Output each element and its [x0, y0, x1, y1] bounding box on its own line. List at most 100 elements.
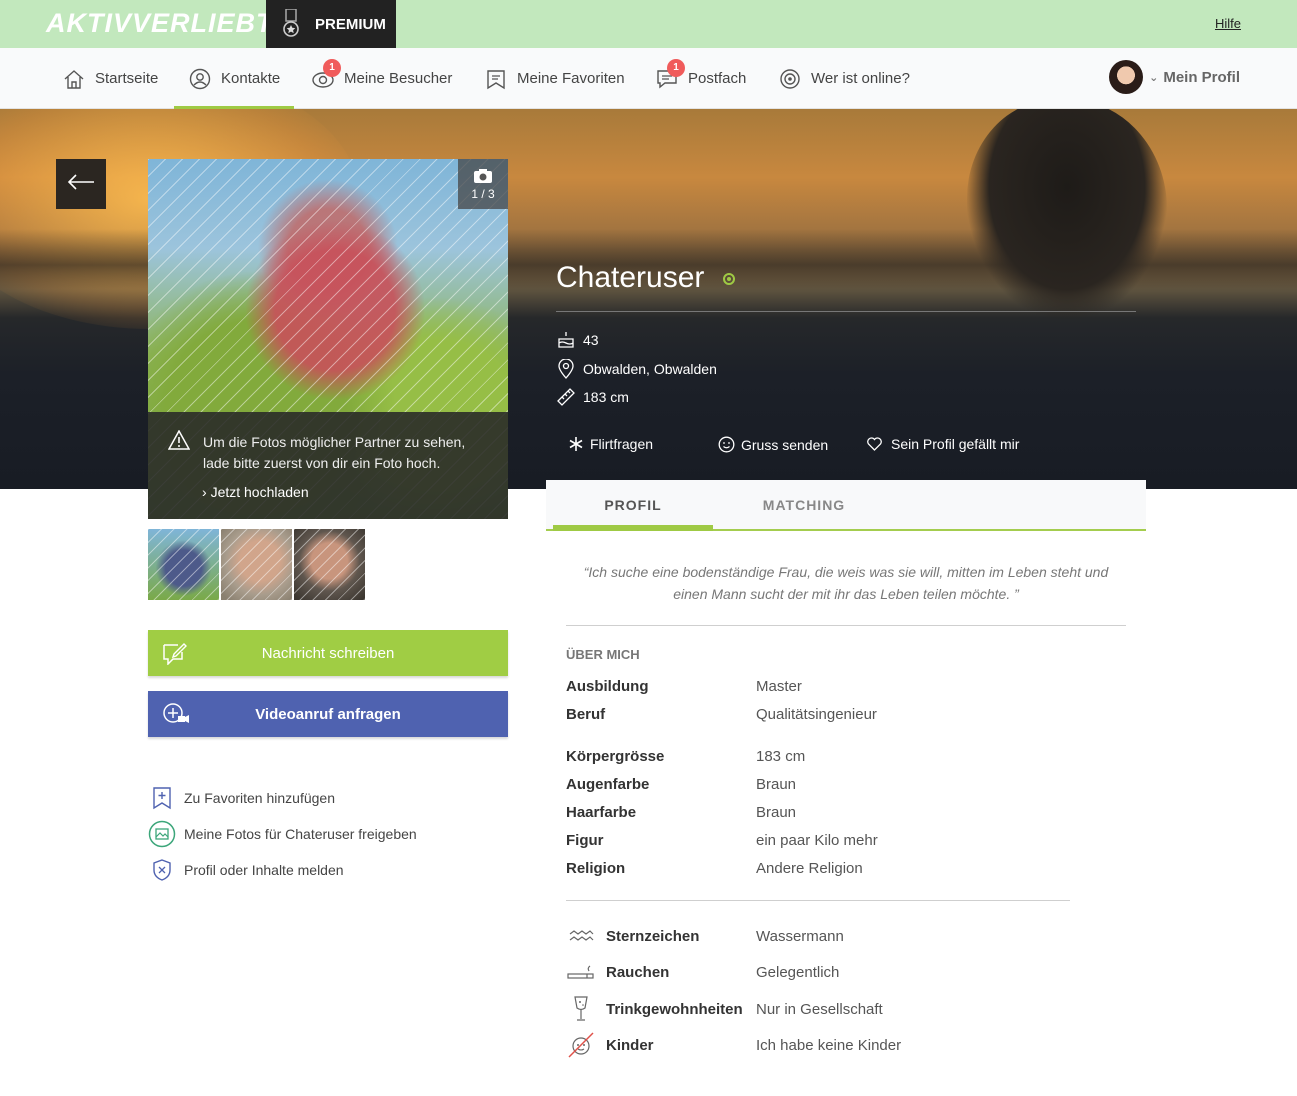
avatar — [1109, 60, 1144, 94]
add-favorite-link[interactable]: Zu Favoriten hinzufügen — [148, 780, 417, 816]
age-value: 43 — [583, 332, 599, 348]
back-button[interactable] — [56, 159, 106, 209]
bookmark-add-icon — [148, 784, 176, 812]
about-key: Figur — [566, 832, 604, 849]
video-call-label: Videoanruf anfragen — [255, 705, 401, 723]
chevron-right-icon: › — [202, 484, 211, 500]
about-key: Körpergrösse — [566, 748, 665, 765]
chevron-down-icon: ⌄ — [1149, 71, 1159, 84]
main-nav: Startseite Kontakte 1 Meine Besucher Mei… — [0, 48, 1297, 109]
nav-label: Kontakte — [221, 70, 281, 87]
photo-counter[interactable]: 1 / 3 — [458, 159, 508, 209]
my-profile-label: Mein Profil — [1163, 68, 1240, 86]
medal-icon — [280, 8, 302, 39]
about-value: Qualitätsingenieur — [756, 706, 877, 723]
profile-username: Chateruser — [556, 261, 705, 294]
about-key: Trinkgewohnheiten — [606, 1000, 743, 1018]
upload-notice-text: Um die Fotos möglicher Partner zu sehen,… — [203, 434, 466, 471]
eye-icon: 1 — [311, 58, 341, 91]
thumbnail-1[interactable] — [148, 529, 219, 600]
report-link[interactable]: Profil oder Inhalte melden — [148, 852, 417, 888]
about-value: Ich habe keine Kinder — [756, 1036, 902, 1054]
snowflake-icon — [568, 436, 584, 452]
nav-label: Startseite — [95, 70, 159, 87]
side-actions: Zu Favoriten hinzufügen Meine Fotos für … — [148, 780, 417, 888]
about-key: Ausbildung — [566, 678, 649, 695]
profile-tabs: PROFIL MATCHING — [546, 480, 1146, 531]
about-divider — [566, 900, 1070, 901]
nav-label: Postfach — [688, 70, 747, 87]
about-value: Braun — [756, 804, 797, 821]
nav-postfach[interactable]: 1 Postfach — [655, 48, 746, 109]
nav-kontakte[interactable]: Kontakte — [174, 48, 295, 109]
nav-label: Wer ist online? — [811, 70, 910, 87]
about-value: ein paar Kilo mehr — [756, 832, 878, 849]
cake-icon — [556, 331, 576, 349]
like-label: Sein Profil gefällt mir — [891, 436, 1020, 452]
thumbnail-2[interactable] — [221, 529, 292, 600]
hero-tree — [967, 109, 1167, 319]
photo-thumbnails — [148, 529, 365, 600]
glass-icon — [566, 995, 596, 1023]
about-row: Augenfarbe Braun — [566, 776, 796, 793]
video-call-button[interactable]: Videoanruf anfragen — [148, 691, 508, 737]
write-message-button[interactable]: Nachricht schreiben — [148, 630, 508, 676]
mail-chat-icon: 1 — [655, 58, 685, 91]
about-value: Nur in Gesellschaft — [756, 1000, 883, 1018]
about-value: Braun — [756, 776, 797, 793]
report-shield-icon — [148, 856, 176, 884]
report-label: Profil oder Inhalte melden — [184, 862, 344, 878]
location-pin-icon — [556, 359, 576, 379]
main-photo[interactable]: 1 / 3 Um die Fotos möglicher Partner zu … — [148, 159, 508, 519]
upload-link[interactable]: › Jetzt hochladen — [202, 484, 309, 500]
about-row: Religion Andere Religion — [566, 860, 863, 877]
about-key: Sternzeichen — [606, 927, 700, 945]
ruler-icon — [556, 387, 576, 407]
nav-favoriten[interactable]: Meine Favoriten — [484, 48, 625, 109]
tab-profil[interactable]: PROFIL — [553, 480, 713, 531]
about-value: Master — [756, 678, 802, 695]
about-row: Körpergrösse 183 cm — [566, 748, 805, 765]
add-favorite-label: Zu Favoriten hinzufügen — [184, 790, 335, 806]
visitor-badge: 1 — [323, 58, 341, 77]
tab-matching[interactable]: MATCHING — [724, 480, 884, 529]
flirt-questions-button[interactable]: Flirtfragen — [568, 436, 653, 452]
photo-share-icon — [148, 820, 176, 848]
thumbnail-3[interactable] — [294, 529, 365, 600]
share-photos-link[interactable]: Meine Fotos für Chateruser freigeben — [148, 816, 417, 852]
bookmark-icon — [484, 67, 508, 91]
contacts-icon — [188, 67, 212, 91]
nav-startseite[interactable]: Startseite — [62, 48, 158, 109]
location-value: Obwalden, Obwalden — [583, 361, 717, 377]
about-icon-row: Kinder Ich habe keine Kinder — [566, 1031, 901, 1059]
about-row: Haarfarbe Braun — [566, 804, 796, 821]
home-icon — [62, 67, 86, 91]
upload-notice: Um die Fotos möglicher Partner zu sehen,… — [148, 412, 508, 519]
fact-height: 183 cm — [556, 387, 629, 407]
brand-logo[interactable]: AKTIVVERLIEBT — [46, 8, 274, 39]
smiley-chat-icon — [718, 436, 735, 453]
compose-icon — [162, 641, 188, 669]
arrow-left-icon — [67, 173, 95, 195]
about-value: Gelegentlich — [756, 963, 840, 981]
share-photos-label: Meine Fotos für Chateruser freigeben — [184, 826, 417, 842]
about-value: Wassermann — [756, 927, 844, 945]
help-link[interactable]: Hilfe — [1215, 16, 1241, 31]
flirt-label: Flirtfragen — [590, 436, 654, 452]
my-profile-menu[interactable]: ⌄ Mein Profil — [1109, 60, 1240, 94]
aquarius-icon — [566, 922, 596, 950]
about-value: Andere Religion — [756, 860, 863, 877]
send-greeting-button[interactable]: Gruss senden — [718, 436, 828, 453]
about-key: Beruf — [566, 706, 606, 723]
fact-age: 43 — [556, 331, 599, 349]
premium-button[interactable]: PREMIUM — [266, 0, 396, 48]
no-children-icon — [566, 1031, 596, 1059]
heart-icon — [867, 437, 882, 451]
profile-quote: “Ich suche eine bodenständige Frau, die … — [583, 564, 1109, 602]
photo-counter-text: 1 / 3 — [471, 186, 495, 201]
video-call-icon — [162, 702, 190, 730]
about-icon-row: Trinkgewohnheiten Nur in Gesellschaft — [566, 995, 883, 1023]
nav-besucher[interactable]: 1 Meine Besucher — [311, 48, 452, 109]
nav-online[interactable]: Wer ist online? — [778, 48, 910, 109]
like-profile-button[interactable]: Sein Profil gefällt mir — [867, 436, 1019, 452]
